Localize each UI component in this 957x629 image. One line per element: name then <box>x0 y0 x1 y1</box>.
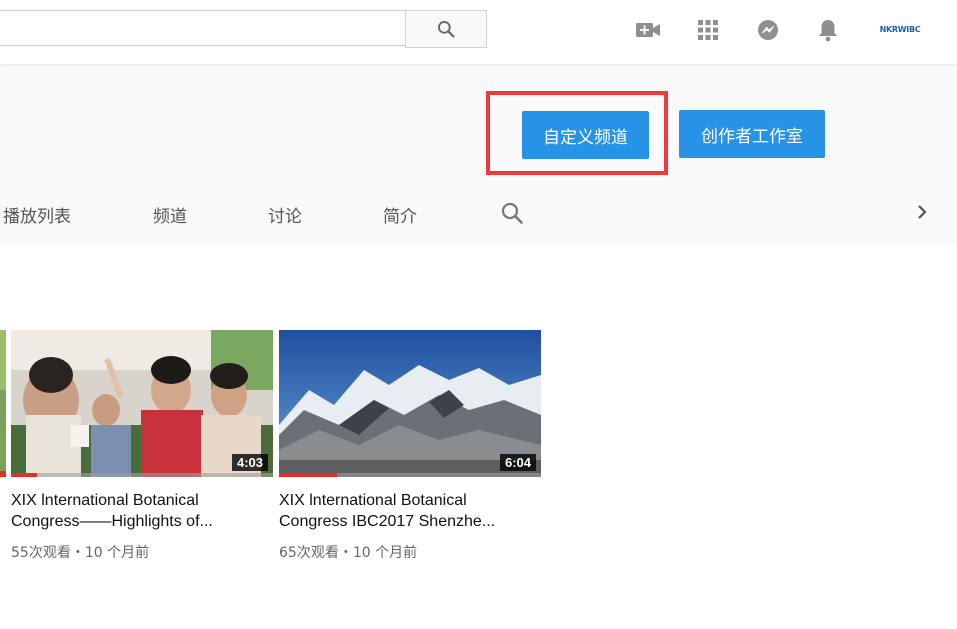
creator-studio-button[interactable]: 创作者工作室 <box>679 110 825 158</box>
customize-channel-button[interactable]: 自定义频道 <box>522 111 649 159</box>
video-card[interactable]: 6:04 XIX lnternational Botanical Congres… <box>279 330 541 562</box>
tab-about[interactable]: 简介 <box>383 202 417 227</box>
partial-video-thumbnail[interactable] <box>0 330 6 477</box>
video-thumbnail[interactable]: 4:03 <box>11 330 273 477</box>
video-duration: 6:04 <box>499 454 536 471</box>
search-button[interactable] <box>405 10 487 48</box>
search-icon <box>438 21 455 38</box>
account-avatar[interactable]: NKRWIBC <box>877 22 923 36</box>
video-title[interactable]: XIX lnternational Botanical Congress IBC… <box>279 490 534 532</box>
video-duration: 4:03 <box>231 454 268 471</box>
account-logo-text: NKRWIBC <box>879 24 921 34</box>
video-title[interactable]: XIX lnternational Botanical Congress——Hi… <box>11 490 266 532</box>
video-meta: 55次观看・10 个月前 <box>11 545 150 561</box>
notifications-bell-icon[interactable] <box>815 17 841 43</box>
video-title-line: Congress——Highlights of... <box>11 513 213 530</box>
channel-header: 自定义频道 创作者工作室 播放列表 频道 讨论 简介 <box>0 64 957 243</box>
channel-search-icon[interactable] <box>500 201 524 229</box>
watch-progress-bar <box>279 473 337 477</box>
tab-channels[interactable]: 频道 <box>153 202 187 227</box>
watch-progress-track <box>11 473 273 477</box>
masthead: NKRWIBC <box>0 0 957 64</box>
apps-grid-icon[interactable] <box>695 17 721 43</box>
tab-discussion[interactable]: 讨论 <box>268 202 302 227</box>
video-title-line: Congress IBC2017 Shenzhe... <box>279 513 496 530</box>
video-card[interactable]: 4:03 XIX lnternational Botanical Congres… <box>11 330 273 562</box>
watch-progress-bar <box>11 473 38 477</box>
video-meta: 65次观看・10 个月前 <box>279 545 418 561</box>
search-box <box>0 10 406 46</box>
search-input[interactable] <box>0 11 406 45</box>
chevron-right-icon[interactable] <box>914 203 930 225</box>
upload-video-icon[interactable] <box>635 17 661 43</box>
video-thumbnail[interactable]: 6:04 <box>279 330 541 477</box>
messages-icon[interactable] <box>755 17 781 43</box>
tab-playlists[interactable]: 播放列表 <box>3 202 71 227</box>
video-title-line: XIX lnternational Botanical <box>279 492 467 509</box>
video-title-line: XIX lnternational Botanical <box>11 492 199 509</box>
